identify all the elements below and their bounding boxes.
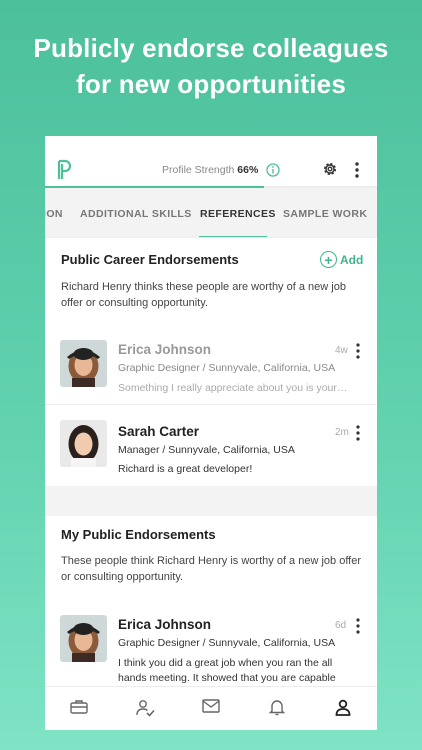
- top-bar: Profile Strength 66%: [45, 136, 377, 188]
- tab-bar: ION ADDITIONAL SKILLS REFERENCES SAMPLE …: [45, 188, 377, 238]
- profile-icon[interactable]: [335, 699, 351, 721]
- profile-strength: Profile Strength 66%: [162, 164, 258, 176]
- profile-strength-label: Profile Strength: [162, 164, 235, 176]
- endorser-name: Sarah Carter: [118, 424, 200, 439]
- endorser-role: Graphic Designer / Sunnyvale, California…: [118, 362, 336, 374]
- bottom-nav: [45, 686, 377, 730]
- endorsee-role: Graphic Designer / Sunnyvale, California…: [118, 637, 336, 649]
- avatar: [60, 340, 107, 387]
- bell-icon[interactable]: [268, 699, 286, 721]
- career-endorsements-description: Richard Henry thinks these people are wo…: [61, 281, 346, 309]
- tab-additional-skills[interactable]: ADDITIONAL SKILLS: [80, 208, 192, 220]
- endorsement-time: 6d: [335, 620, 347, 631]
- headline-line2: for new opportunities: [76, 69, 346, 99]
- endorsement-time: 2m: [335, 427, 349, 438]
- section-separator: [45, 486, 377, 516]
- my-endorsements-title: My Public Endorsements: [61, 527, 216, 542]
- endorsement-time: 4w: [335, 345, 348, 356]
- more-vertical-icon[interactable]: [355, 618, 361, 639]
- endorsement-message: Richard is a great developer!: [118, 463, 253, 475]
- tab-references[interactable]: REFERENCES: [200, 208, 276, 220]
- plus-icon: +: [320, 251, 337, 268]
- profile-strength-value: 66%: [237, 164, 259, 176]
- more-vertical-icon[interactable]: [354, 162, 360, 183]
- add-endorsement-button[interactable]: + Add: [320, 251, 363, 268]
- avatar: [60, 420, 107, 467]
- mail-icon[interactable]: [202, 699, 220, 718]
- avatar: [60, 615, 107, 662]
- divider: [45, 404, 377, 405]
- app-screen: Profile Strength 66% ION: [45, 136, 377, 730]
- headline: Publicly endorse colleagues for new oppo…: [0, 30, 422, 102]
- tab-education[interactable]: ION: [45, 208, 63, 220]
- endorsee-name: Erica Johnson: [118, 617, 212, 632]
- more-vertical-icon[interactable]: [355, 343, 361, 364]
- more-vertical-icon[interactable]: [355, 425, 361, 446]
- my-endorsements-description: These people think Richard Henry is wort…: [61, 555, 362, 583]
- info-icon[interactable]: [266, 163, 280, 182]
- gear-icon[interactable]: [321, 160, 339, 183]
- briefcase-icon[interactable]: [70, 699, 88, 720]
- endorsement-message: Something I really appreciate about you …: [118, 382, 350, 394]
- p-logo-icon[interactable]: [57, 159, 73, 186]
- add-label: Add: [340, 252, 364, 267]
- endorser-name: Erica Johnson: [118, 342, 212, 357]
- user-check-icon[interactable]: [135, 699, 155, 722]
- active-tab-indicator: [199, 236, 267, 237]
- career-endorsements-title: Public Career Endorsements: [61, 252, 239, 267]
- endorsement-message: I think you did a great job when you ran…: [118, 657, 336, 684]
- tab-sample-work[interactable]: SAMPLE WORK: [283, 208, 367, 220]
- headline-line1: Publicly endorse colleagues: [33, 33, 389, 63]
- endorser-role: Manager / Sunnyvale, California, USA: [118, 444, 295, 456]
